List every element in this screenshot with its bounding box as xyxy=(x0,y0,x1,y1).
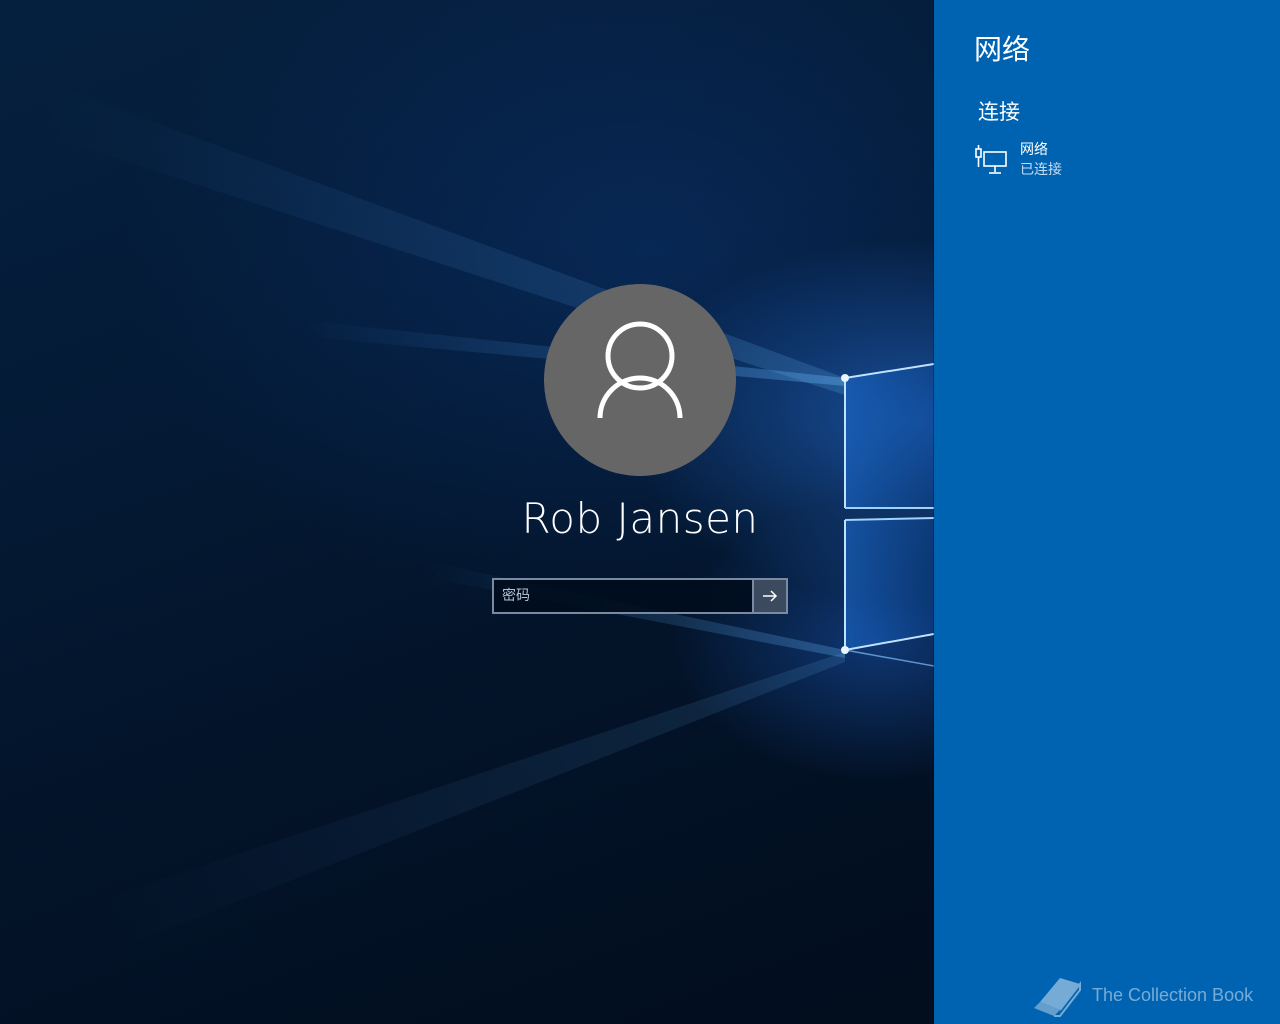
network-item[interactable]: 网络 已连接 xyxy=(974,140,1264,186)
wired-ethernet-icon xyxy=(975,145,1007,174)
password-input[interactable] xyxy=(494,580,752,612)
connections-section-title: 连接 xyxy=(978,100,1020,124)
network-flyout: 网络 连接 网络 已连接 xyxy=(934,0,1280,1024)
submit-button[interactable] xyxy=(752,580,786,612)
password-box xyxy=(492,578,788,614)
watermark: The Collection Book xyxy=(1030,972,1253,1018)
arrow-right-icon xyxy=(763,590,778,602)
network-status: 已连接 xyxy=(1020,162,1062,178)
watermark-text: The Collection Book xyxy=(1092,984,1254,1005)
lock-screen: Rob Jansen 网络 连接 网络 已连接 The Collection B… xyxy=(0,0,1280,1024)
network-name: 网络 xyxy=(1020,142,1048,158)
book-icon xyxy=(1034,978,1081,1017)
flyout-title: 网络 xyxy=(974,33,1031,66)
user-silhouette-icon xyxy=(597,321,683,419)
username-label: Rob Jansen xyxy=(521,494,759,543)
user-avatar xyxy=(544,284,736,476)
